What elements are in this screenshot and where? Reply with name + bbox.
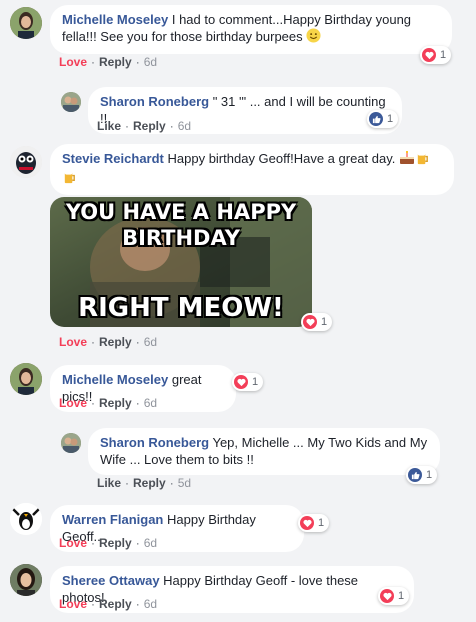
- reply-button[interactable]: Reply: [99, 536, 132, 550]
- comment-author[interactable]: Sheree Ottaway: [62, 573, 160, 588]
- comment-bubble: Sharon Roneberg Yep, Michelle ... My Two…: [88, 428, 440, 475]
- like-button[interactable]: Like: [97, 119, 121, 133]
- reaction-count: 1: [318, 517, 325, 529]
- reaction-summary[interactable]: 1: [367, 110, 399, 128]
- heart-reaction-icon: [422, 48, 436, 62]
- love-button[interactable]: Love: [59, 335, 87, 349]
- like-button[interactable]: Like: [97, 476, 121, 490]
- timestamp[interactable]: 6d: [144, 536, 157, 550]
- timestamp[interactable]: 6d: [144, 55, 157, 69]
- meme-caption-bottom: RIGHT MEOW!: [78, 293, 284, 323]
- meme-image[interactable]: YOU HAVE A HAPPY BIRTHDAY RIGHT MEOW!: [50, 197, 312, 327]
- timestamp[interactable]: 6d: [144, 396, 157, 410]
- avatar[interactable]: [10, 146, 42, 178]
- heart-reaction-icon: [234, 375, 248, 389]
- reply-button[interactable]: Reply: [99, 597, 132, 611]
- comment-bubble: Michelle Moseley I had to comment...Happ…: [50, 5, 452, 55]
- smiley-emoji-icon: [306, 28, 321, 47]
- timestamp[interactable]: 5d: [178, 476, 191, 490]
- comment-actions: Love · Reply · 6d: [59, 396, 158, 410]
- love-button[interactable]: Love: [59, 536, 87, 550]
- meme-caption-top: YOU HAVE A HAPPY BIRTHDAY: [50, 199, 312, 251]
- comment-actions: Love · Reply · 6d: [59, 335, 158, 349]
- meme-line-1: YOU HAVE A HAPPY: [65, 200, 297, 224]
- beer-emoji-icon: [415, 150, 430, 169]
- comment-actions: Love · Reply · 6d: [59, 55, 158, 69]
- avatar-image: [10, 7, 42, 39]
- reaction-summary[interactable]: 1: [301, 313, 333, 331]
- reaction-summary[interactable]: 1: [298, 514, 330, 532]
- avatar-image: [61, 92, 81, 112]
- reply-button[interactable]: Reply: [99, 396, 132, 410]
- love-button[interactable]: Love: [59, 396, 87, 410]
- avatar-image: [10, 363, 42, 395]
- like-reaction-icon: [408, 468, 422, 482]
- like-reaction-icon: [369, 112, 383, 126]
- reaction-count: 1: [321, 316, 328, 328]
- avatar[interactable]: [10, 7, 42, 39]
- comment-author[interactable]: Sharon Roneberg: [100, 435, 209, 450]
- reaction-summary[interactable]: 1: [420, 46, 452, 64]
- reply-button[interactable]: Reply: [99, 335, 132, 349]
- comment-author[interactable]: Stevie Reichardt: [62, 151, 164, 166]
- avatar-image: [10, 564, 42, 596]
- avatar[interactable]: [10, 503, 42, 535]
- avatar[interactable]: [61, 433, 81, 453]
- comment-actions: Like · Reply · 6d: [97, 119, 192, 133]
- reaction-summary[interactable]: 1: [406, 466, 438, 484]
- avatar[interactable]: [61, 92, 81, 112]
- love-button[interactable]: Love: [59, 55, 87, 69]
- meme-line-2: BIRTHDAY: [122, 226, 240, 250]
- cake-emoji-icon: [399, 150, 415, 169]
- avatar-image: [61, 433, 81, 453]
- reaction-count: 1: [398, 590, 405, 602]
- comment-author[interactable]: Sharon Roneberg: [100, 94, 209, 109]
- love-button[interactable]: Love: [59, 597, 87, 611]
- comment-author[interactable]: Warren Flanigan: [62, 512, 163, 527]
- reaction-count: 1: [440, 49, 447, 61]
- reply-button[interactable]: Reply: [99, 55, 132, 69]
- comment-author[interactable]: Michelle Moseley: [62, 372, 168, 387]
- comment-author[interactable]: Michelle Moseley: [62, 12, 168, 27]
- reaction-count: 1: [387, 113, 394, 125]
- heart-reaction-icon: [380, 589, 394, 603]
- reply-button[interactable]: Reply: [133, 476, 166, 490]
- avatar[interactable]: [10, 363, 42, 395]
- comment-actions: Love · Reply · 6d: [59, 597, 158, 611]
- heart-reaction-icon: [303, 315, 317, 329]
- timestamp[interactable]: 6d: [144, 597, 157, 611]
- heart-reaction-icon: [300, 516, 314, 530]
- timestamp[interactable]: 6d: [178, 119, 191, 133]
- reaction-count: 1: [252, 376, 259, 388]
- comment-actions: Like · Reply · 5d: [97, 476, 192, 490]
- reaction-summary[interactable]: 1: [232, 373, 264, 391]
- beer-emoji-icon: [62, 169, 77, 188]
- reaction-count: 1: [426, 469, 433, 481]
- timestamp[interactable]: 6d: [144, 335, 157, 349]
- avatar-image: [10, 146, 42, 178]
- comment-actions: Love · Reply · 6d: [59, 536, 158, 550]
- avatar[interactable]: [10, 564, 42, 596]
- comment-bubble: Stevie Reichardt Happy birthday Geoff!Ha…: [50, 144, 454, 196]
- reply-button[interactable]: Reply: [133, 119, 166, 133]
- avatar-image: [10, 503, 42, 535]
- reaction-summary[interactable]: 1: [378, 587, 410, 605]
- comment-text: Happy birthday Geoff!Have a great day.: [167, 151, 396, 166]
